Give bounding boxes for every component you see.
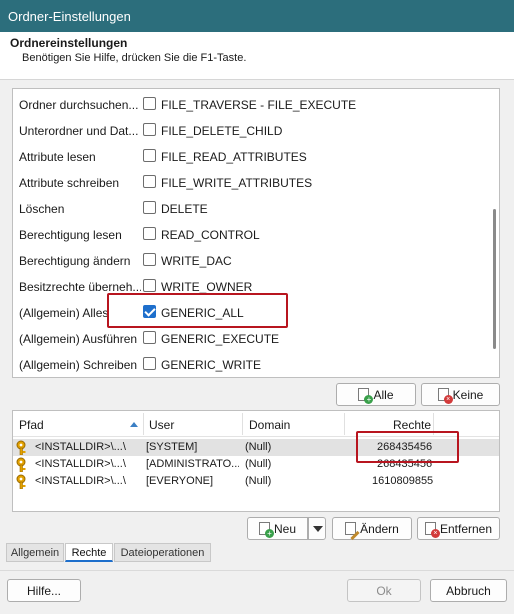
tab-allgemein[interactable]: Allgemein [6, 543, 64, 562]
permission-label: Berechtigung ändern [19, 254, 131, 268]
column-header-domain[interactable]: Domain [249, 418, 290, 432]
permission-row[interactable]: Berechtigung ändern WRITE_DAC [13, 247, 483, 273]
permission-row[interactable]: Löschen DELETE [13, 195, 483, 221]
table-row[interactable]: <INSTALLDIR>\...\ [EVERYONE] (Null) 1610… [13, 473, 499, 490]
permission-checkbox[interactable] [143, 279, 156, 292]
scrollbar-thumb[interactable] [493, 209, 496, 349]
permission-row[interactable]: Berechtigung lesen READ_CONTROL [13, 221, 483, 247]
edit-button-label: Ändern [360, 521, 399, 536]
key-icon [16, 474, 32, 490]
column-separator[interactable] [344, 413, 345, 435]
new-button[interactable]: + Neu [247, 517, 308, 540]
cell-user: [SYSTEM] [146, 441, 198, 453]
header-subtitle: Benötigen Sie Hilfe, drücken Sie die F1-… [22, 52, 247, 64]
permission-label: Unterordner und Dat... [19, 124, 139, 138]
column-header-pfad[interactable]: Pfad [19, 418, 44, 432]
remove-doc-icon: × [437, 388, 453, 404]
cancel-button[interactable]: Abbruch [430, 579, 507, 602]
new-button-label: Neu [273, 521, 296, 536]
permission-row[interactable]: (Allgemein) Ausführen GENERIC_EXECUTE [13, 325, 483, 351]
permission-row[interactable]: Unterordner und Dat... FILE_DELETE_CHILD [13, 117, 483, 143]
permission-value: WRITE_OWNER [161, 280, 253, 294]
permission-value: FILE_WRITE_ATTRIBUTES [161, 176, 313, 190]
permission-row[interactable]: Attribute lesen FILE_READ_ATTRIBUTES [13, 143, 483, 169]
permission-value: DELETE [161, 202, 208, 216]
select-all-button[interactable]: + Alle [336, 383, 416, 406]
ok-button[interactable]: Ok [347, 579, 421, 602]
permission-label: Löschen [19, 202, 65, 216]
permission-row[interactable]: Attribute schreiben FILE_WRITE_ATTRIBUTE… [13, 169, 483, 195]
permission-value: FILE_DELETE_CHILD [161, 124, 283, 138]
permission-checkbox[interactable] [143, 331, 156, 344]
window-title: Ordner-Einstellungen [8, 9, 131, 24]
tab-rechte[interactable]: Rechte [65, 543, 113, 562]
permission-label: Ordner durchsuchen... [19, 98, 139, 112]
permission-checkbox[interactable] [143, 227, 156, 240]
vertical-scrollbar[interactable] [490, 91, 498, 375]
permission-row[interactable]: Ordner durchsuchen... FILE_TRAVERSE - FI… [13, 91, 483, 117]
add-doc-icon: + [358, 388, 374, 404]
permission-label: (Allgemein) Schreiben [19, 358, 138, 372]
column-separator[interactable] [242, 413, 243, 435]
header-title: Ordnereinstellungen [10, 36, 128, 50]
column-header-rechte[interactable]: Rechte [393, 418, 431, 432]
permission-value: FILE_READ_ATTRIBUTES [161, 150, 307, 164]
tab-dateioperationen[interactable]: Dateioperationen [114, 543, 211, 562]
permission-row[interactable]: (Allgemein) Schreiben GENERIC_WRITE [13, 351, 483, 377]
highlight-box [107, 293, 288, 328]
permission-checkbox[interactable] [143, 253, 156, 266]
dialog-footer: Hilfe... Ok Abbruch [0, 570, 514, 614]
cell-domain: (Null) [245, 475, 272, 487]
add-doc-icon: + [258, 522, 274, 538]
cell-domain: (Null) [245, 458, 272, 470]
select-none-label: Keine [452, 387, 484, 402]
ok-button-label: Ok [376, 583, 392, 598]
permission-label: (Allgemein) Ausführen [19, 332, 138, 346]
help-button[interactable]: Hilfe... [7, 579, 81, 602]
sort-ascending-icon [130, 422, 138, 427]
permission-value: GENERIC_EXECUTE [161, 332, 280, 346]
permission-checkbox[interactable] [143, 97, 156, 110]
remove-button-label: Entfernen [439, 521, 493, 536]
cell-pfad: <INSTALLDIR>\...\ [35, 458, 126, 470]
help-button-label: Hilfe... [26, 583, 61, 598]
remove-button[interactable]: × Entfernen [417, 517, 500, 540]
cell-domain: (Null) [245, 441, 272, 453]
permission-value: WRITE_DAC [161, 254, 232, 268]
select-all-label: Alle [373, 387, 394, 402]
cell-pfad: <INSTALLDIR>\...\ [35, 441, 126, 453]
window-titlebar: Ordner-Einstellungen [0, 0, 514, 32]
permission-checkbox[interactable] [143, 357, 156, 370]
cell-user: [ADMINISTRATO... [146, 458, 239, 470]
permission-checkbox[interactable] [143, 201, 156, 214]
cell-rechte: 1610809855 [372, 475, 434, 487]
cell-pfad: <INSTALLDIR>\...\ [35, 475, 126, 487]
permission-label: Berechtigung lesen [19, 228, 122, 242]
new-dropdown-arrow[interactable] [308, 517, 326, 540]
edit-button[interactable]: Ändern [332, 517, 412, 541]
permissions-list: Ordner durchsuchen... FILE_TRAVERSE - FI… [12, 88, 500, 378]
highlight-box [356, 431, 459, 463]
key-icon [16, 440, 32, 456]
select-none-button[interactable]: × Keine [421, 383, 500, 406]
permission-value: READ_CONTROL [161, 228, 260, 242]
column-separator[interactable] [143, 413, 144, 435]
permission-label: Besitzrechte überneh... [19, 280, 141, 294]
permission-label: Attribute lesen [19, 150, 96, 164]
dialog-header: Ordnereinstellungen Benötigen Sie Hilfe,… [0, 32, 514, 80]
permission-checkbox[interactable] [143, 123, 156, 136]
cell-user: [EVERYONE] [146, 475, 214, 487]
permission-value: FILE_TRAVERSE - FILE_EXECUTE [161, 98, 357, 112]
remove-doc-icon: × [424, 522, 440, 538]
permission-checkbox[interactable] [143, 175, 156, 188]
key-icon [16, 457, 32, 473]
permission-label: Attribute schreiben [19, 176, 120, 190]
cancel-button-label: Abbruch [446, 583, 491, 598]
column-header-user[interactable]: User [149, 418, 174, 432]
edit-doc-icon [345, 522, 360, 541]
permission-value: GENERIC_WRITE [161, 358, 262, 372]
permission-checkbox[interactable] [143, 149, 156, 162]
